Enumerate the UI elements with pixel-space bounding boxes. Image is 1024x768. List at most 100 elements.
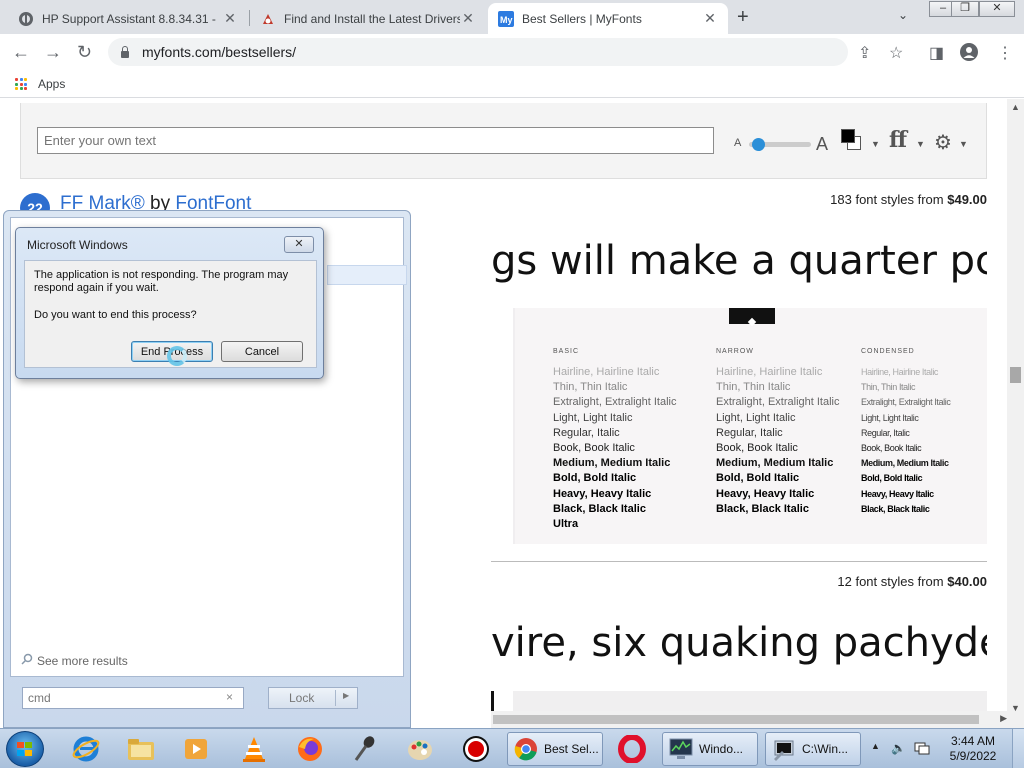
address-bar[interactable]: myfonts.com/bestsellers/ [108, 38, 848, 66]
network-icon[interactable] [914, 741, 930, 758]
horizontal-scrollbar[interactable]: ▶ [491, 711, 1009, 728]
reload-icon[interactable]: ↻ [77, 42, 92, 63]
show-hidden-icons-icon[interactable]: ▲ [871, 741, 880, 751]
size-small-label: A [734, 137, 742, 149]
price: $40.00 [947, 574, 987, 589]
ligatures-icon[interactable]: ff [889, 127, 907, 153]
settings-dropdown-icon[interactable]: ▼ [959, 139, 968, 149]
close-tab-icon[interactable]: ✕ [702, 10, 718, 27]
specimen-style-row: Bold, Bold Italic [861, 473, 923, 484]
specimen-style-row: Heavy, Heavy Italic [553, 487, 652, 500]
specimen-tag [729, 308, 775, 324]
start-search-input[interactable] [22, 687, 244, 709]
close-window-icon[interactable]: ✕ [979, 1, 1015, 17]
scrollbar-thumb[interactable] [1010, 367, 1021, 383]
lock-label: Lock [289, 691, 315, 705]
forward-icon[interactable]: → [44, 42, 62, 63]
tab-hp-support[interactable]: HP Support Assistant 8.8.34.31 - ✕ [8, 3, 248, 34]
lock-button[interactable]: Lock ▶ [268, 687, 358, 709]
start-button[interactable] [6, 731, 44, 767]
paint-icon[interactable] [400, 733, 440, 765]
specimen-style-row: Book, Book Italic [716, 442, 798, 455]
color-dropdown-icon[interactable]: ▼ [871, 139, 880, 149]
font-sample-text[interactable]: vire, six quaking pachyderm [491, 620, 987, 676]
dialog-message: The application is not responding. The p… [34, 269, 289, 294]
specimen-style-row: Book, Book Italic [861, 443, 922, 454]
apps-bookmark[interactable]: Apps [38, 77, 65, 91]
specimen-style-row: Heavy, Heavy Italic [861, 488, 934, 499]
tab-myfonts[interactable]: My Best Sellers | MyFonts ✕ [488, 3, 728, 34]
close-icon[interactable]: ✕ [284, 236, 314, 253]
back-icon[interactable]: ← [12, 42, 30, 63]
highlighted-result[interactable] [327, 265, 407, 285]
styles-text: 183 font styles from [830, 192, 944, 207]
cancel-button[interactable]: Cancel [221, 341, 303, 362]
search-icon [21, 653, 33, 668]
chevron-right-icon[interactable]: ▶ [343, 691, 349, 700]
specimen-heading: CONDENSED [861, 348, 915, 355]
close-tab-icon[interactable]: ✕ [460, 10, 476, 27]
scroll-down-icon[interactable]: ▼ [1011, 703, 1020, 713]
taskbar-app-chrome[interactable]: Best Sel... [507, 732, 603, 766]
new-tab-icon[interactable]: + [737, 6, 749, 29]
vlc-icon[interactable] [234, 733, 274, 765]
dialog-question: Do you want to end this process? [34, 309, 197, 321]
media-player-icon[interactable] [176, 733, 216, 765]
volume-icon[interactable]: 🔈 [891, 741, 906, 755]
styles-text: 12 font styles from [837, 574, 944, 589]
taskbar-app-task-manager[interactable]: Windo... [662, 732, 758, 766]
hp-icon [18, 11, 34, 27]
specimen-edge [491, 691, 494, 711]
ligatures-dropdown-icon[interactable]: ▼ [916, 139, 925, 149]
internet-explorer-icon[interactable] [66, 733, 106, 765]
taskbar-app-cmd[interactable]: C:\Win... [765, 732, 861, 766]
specimen-style-row: Heavy, Heavy Italic [716, 487, 815, 500]
color-picker[interactable] [841, 129, 863, 151]
specimen-heading: NARROW [716, 348, 754, 355]
profile-avatar-icon[interactable] [960, 43, 978, 66]
file-explorer-icon[interactable] [121, 733, 161, 765]
price: $49.00 [947, 192, 987, 207]
slider-knob[interactable] [752, 138, 765, 151]
gear-icon[interactable]: ⚙ [934, 130, 952, 155]
scroll-right-icon[interactable]: ▶ [1000, 713, 1007, 724]
font-size-slider[interactable] [749, 138, 811, 151]
button-separator [335, 690, 336, 706]
microphone-icon[interactable] [345, 733, 385, 765]
vertical-scrollbar[interactable]: ▲ ▼ [1007, 99, 1024, 728]
drivers-icon [260, 11, 276, 27]
share-icon[interactable]: ⇪ [858, 43, 871, 63]
menu-kebab-icon[interactable]: ⋮ [997, 43, 1013, 63]
font-styles-count: 12 font styles from $40.00 [837, 574, 987, 589]
close-tab-icon[interactable]: ✕ [222, 10, 238, 27]
specimen-style-row: Thin, Thin Italic [553, 381, 628, 394]
show-desktop-button[interactable] [1012, 729, 1024, 768]
windows-logo-icon [17, 742, 33, 756]
opera-icon[interactable] [612, 733, 652, 765]
bookmark-star-icon[interactable]: ☆ [889, 43, 903, 63]
tab-title: HP Support Assistant 8.8.34.31 - [42, 11, 216, 26]
side-panel-icon[interactable]: ◨ [929, 43, 944, 63]
task-manager-icon [669, 737, 693, 761]
scroll-up-icon[interactable]: ▲ [1011, 102, 1020, 112]
specimen-style-row: Light, Light Italic [716, 411, 796, 424]
specimen-style-row: Black, Black Italic [861, 503, 930, 514]
system-clock[interactable]: 3:44 AM 5/9/2022 [944, 734, 1002, 764]
font-specimen-image[interactable]: BASIC Hairline, Hairline Italic Thin, Thi… [513, 308, 987, 544]
scrollbar-thumb[interactable] [493, 715, 979, 724]
see-more-results-link[interactable]: See more results [21, 653, 128, 668]
screen-recorder-icon[interactable] [456, 733, 496, 765]
clear-search-icon[interactable]: × [226, 690, 233, 704]
tab-search-chevron-icon[interactable]: ⌄ [898, 8, 908, 22]
lock-icon[interactable] [120, 46, 130, 58]
specimen-style-row: Thin, Thin Italic [861, 382, 916, 393]
apps-grid-icon[interactable] [15, 78, 27, 90]
custom-text-input[interactable] [37, 127, 714, 154]
taskbar: Best Sel... Windo... C:\Win... ▲ 🔈 3:44 … [0, 728, 1024, 768]
tab-strip: HP Support Assistant 8.8.34.31 - ✕ Find … [0, 0, 1024, 34]
specimen-style-row: Hairline, Hairline Italic [716, 366, 823, 378]
restore-icon[interactable]: ❐ [951, 1, 979, 17]
font-sample-text[interactable]: gs will make a quarter pc [491, 238, 987, 294]
firefox-icon[interactable] [290, 733, 330, 765]
tab-drivers[interactable]: Find and Install the Latest Drivers ✕ [250, 3, 486, 34]
